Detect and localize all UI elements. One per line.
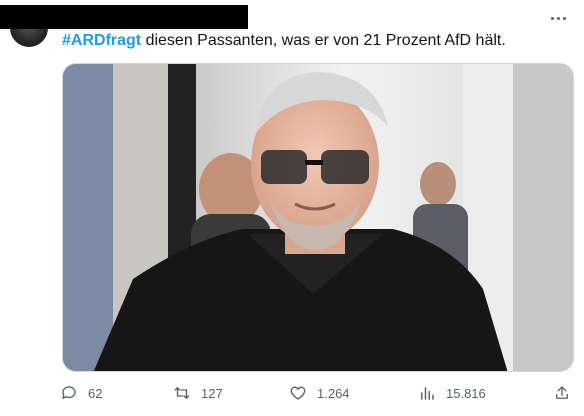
tweet-actions-bar: 62 127 1.264 15.816 [60, 384, 574, 404]
tweet-text: #ARDfragt diesen Passanten, was er von 2… [62, 31, 544, 51]
reply-count: 62 [88, 385, 103, 401]
photo-illustration [63, 64, 573, 371]
views-count: 15.816 [446, 385, 486, 401]
retweet-count: 127 [201, 385, 223, 401]
hashtag-link[interactable]: #ARDfragt [62, 32, 141, 49]
reply-icon [62, 386, 76, 399]
more-options-button[interactable] [546, 11, 570, 25]
like-button[interactable]: 1.264 [289, 384, 350, 402]
retweet-icon [174, 387, 190, 399]
redacted-username-bar [0, 5, 248, 29]
more-horizontal-icon [550, 16, 566, 20]
tweet-body-text: diesen Passanten, was er von 21 Prozent … [141, 32, 506, 49]
reply-button[interactable]: 62 [60, 384, 102, 402]
tweet-media-image[interactable] [62, 63, 574, 372]
heart-icon [290, 386, 306, 400]
retweet-button[interactable]: 127 [173, 384, 223, 402]
share-icon [556, 386, 568, 399]
analytics-icon [421, 387, 434, 400]
views-button[interactable]: 15.816 [418, 384, 486, 402]
share-button[interactable] [553, 384, 571, 402]
like-count: 1.264 [317, 385, 350, 401]
